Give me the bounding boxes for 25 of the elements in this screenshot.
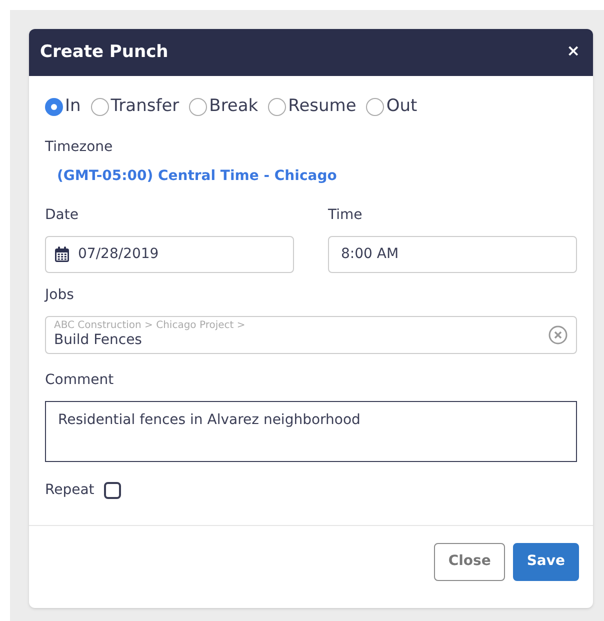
punch-type-radio[interactable]: Out xyxy=(366,94,418,120)
punch-type-radio[interactable]: Break xyxy=(189,94,258,120)
punch-type-radio[interactable]: In xyxy=(45,94,81,120)
calendar-icon xyxy=(54,246,70,262)
comment-label: Comment xyxy=(45,370,115,390)
job-value: Build Fences xyxy=(54,332,143,350)
date-label: Date xyxy=(45,206,80,224)
repeat-label: Repeat xyxy=(45,480,94,500)
repeat-checkbox[interactable] xyxy=(104,482,122,498)
close-dialog-button[interactable]: Close xyxy=(434,542,505,580)
job-path: ABC Construction > Chicago Project > xyxy=(54,320,246,332)
timezone-value[interactable]: (GMT-05:00) Central Time - Chicago xyxy=(57,166,577,186)
jobs-label: Jobs xyxy=(45,286,75,304)
comment-field[interactable]: Residential fences in Alvarez neighborhood xyxy=(45,400,577,462)
close-button[interactable]: × xyxy=(566,42,582,58)
dialog-title: Create Punch xyxy=(40,40,168,64)
time-field[interactable]: 8:00 AM xyxy=(328,236,577,272)
jobs-field[interactable]: ABC Construction > Chicago Project > Build Fences xyxy=(45,316,577,354)
time-label: Time xyxy=(328,206,364,224)
clear-icon[interactable] xyxy=(548,324,568,344)
date-field[interactable]: 07/28/2019 xyxy=(45,236,294,272)
save-button[interactable]: Save xyxy=(512,542,579,580)
punch-type-radio[interactable]: Resume xyxy=(268,94,356,120)
timezone-label: Timezone xyxy=(45,138,114,156)
punch-type-radio[interactable]: Transfer xyxy=(90,94,180,120)
